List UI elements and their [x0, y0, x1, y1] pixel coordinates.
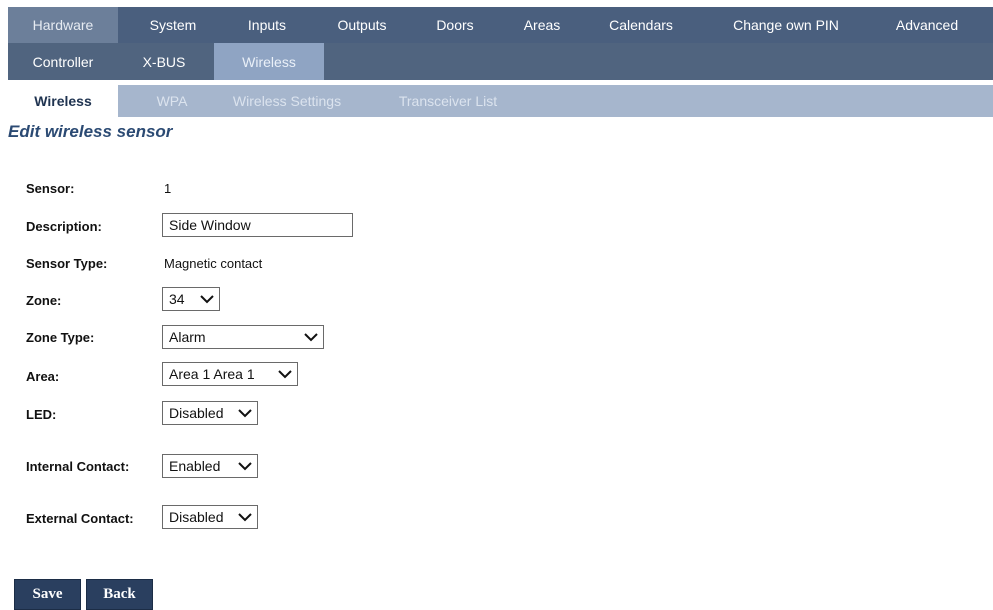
led-select-value: Disabled — [169, 405, 224, 421]
back-button[interactable]: Back — [86, 579, 153, 610]
area-label: Area: — [26, 369, 60, 384]
main-nav: Hardware System Inputs Outputs Doors Are… — [8, 7, 993, 43]
third-nav: Wireless WPA Wireless Settings Transceiv… — [8, 85, 993, 117]
tab-wpa[interactable]: WPA — [140, 85, 204, 117]
external-contact-select[interactable]: Disabled — [162, 505, 258, 529]
zone-select[interactable]: 34 — [162, 287, 220, 311]
chevron-down-icon — [237, 509, 253, 525]
sensor-label: Sensor: — [26, 181, 75, 196]
description-input[interactable]: Side Window — [162, 213, 353, 237]
chevron-down-icon — [277, 366, 293, 382]
tab-areas[interactable]: Areas — [512, 7, 572, 43]
description-label: Description: — [26, 219, 102, 234]
tab-x-bus[interactable]: X-BUS — [124, 43, 204, 80]
chevron-down-icon — [237, 405, 253, 421]
tab-inputs[interactable]: Inputs — [234, 7, 300, 43]
led-label: LED: — [26, 407, 57, 422]
sensor-value: 1 — [164, 181, 172, 196]
external-contact-label: External Contact: — [26, 511, 134, 526]
tab-change-own-pin[interactable]: Change own PIN — [716, 7, 856, 43]
zone-type-select-value: Alarm — [169, 329, 206, 345]
tab-wireless[interactable]: Wireless — [214, 43, 324, 80]
save-button[interactable]: Save — [14, 579, 81, 610]
sensor-type-label: Sensor Type: — [26, 256, 108, 271]
chevron-down-icon — [199, 291, 215, 307]
tab-wireless-settings[interactable]: Wireless Settings — [222, 85, 352, 117]
zone-type-label: Zone Type: — [26, 330, 95, 345]
internal-contact-label: Internal Contact: — [26, 459, 130, 474]
sensor-type-value: Magnetic contact — [164, 256, 263, 271]
tab-transceiver-list[interactable]: Transceiver List — [388, 85, 508, 117]
zone-select-value: 34 — [169, 291, 185, 307]
tab-outputs[interactable]: Outputs — [326, 7, 398, 43]
external-contact-select-value: Disabled — [169, 509, 224, 525]
tab-wireless-sensors[interactable]: Wireless — [8, 85, 118, 117]
area-select[interactable]: Area 1 Area 1 — [162, 362, 298, 386]
tab-calendars[interactable]: Calendars — [598, 7, 684, 43]
chevron-down-icon — [303, 329, 319, 345]
sub-nav: Controller X-BUS Wireless — [8, 43, 993, 80]
tab-advanced[interactable]: Advanced — [884, 7, 970, 43]
tab-hardware[interactable]: Hardware — [8, 7, 118, 43]
zone-label: Zone: — [26, 293, 62, 308]
area-select-value: Area 1 Area 1 — [169, 366, 255, 382]
chevron-down-icon — [237, 458, 253, 474]
page-title: Edit wireless sensor — [8, 122, 173, 141]
tab-doors[interactable]: Doors — [424, 7, 486, 43]
internal-contact-select-value: Enabled — [169, 458, 221, 474]
tab-system[interactable]: System — [138, 7, 208, 43]
zone-type-select[interactable]: Alarm — [162, 325, 324, 349]
led-select[interactable]: Disabled — [162, 401, 258, 425]
internal-contact-select[interactable]: Enabled — [162, 454, 258, 478]
tab-controller[interactable]: Controller — [8, 43, 118, 80]
